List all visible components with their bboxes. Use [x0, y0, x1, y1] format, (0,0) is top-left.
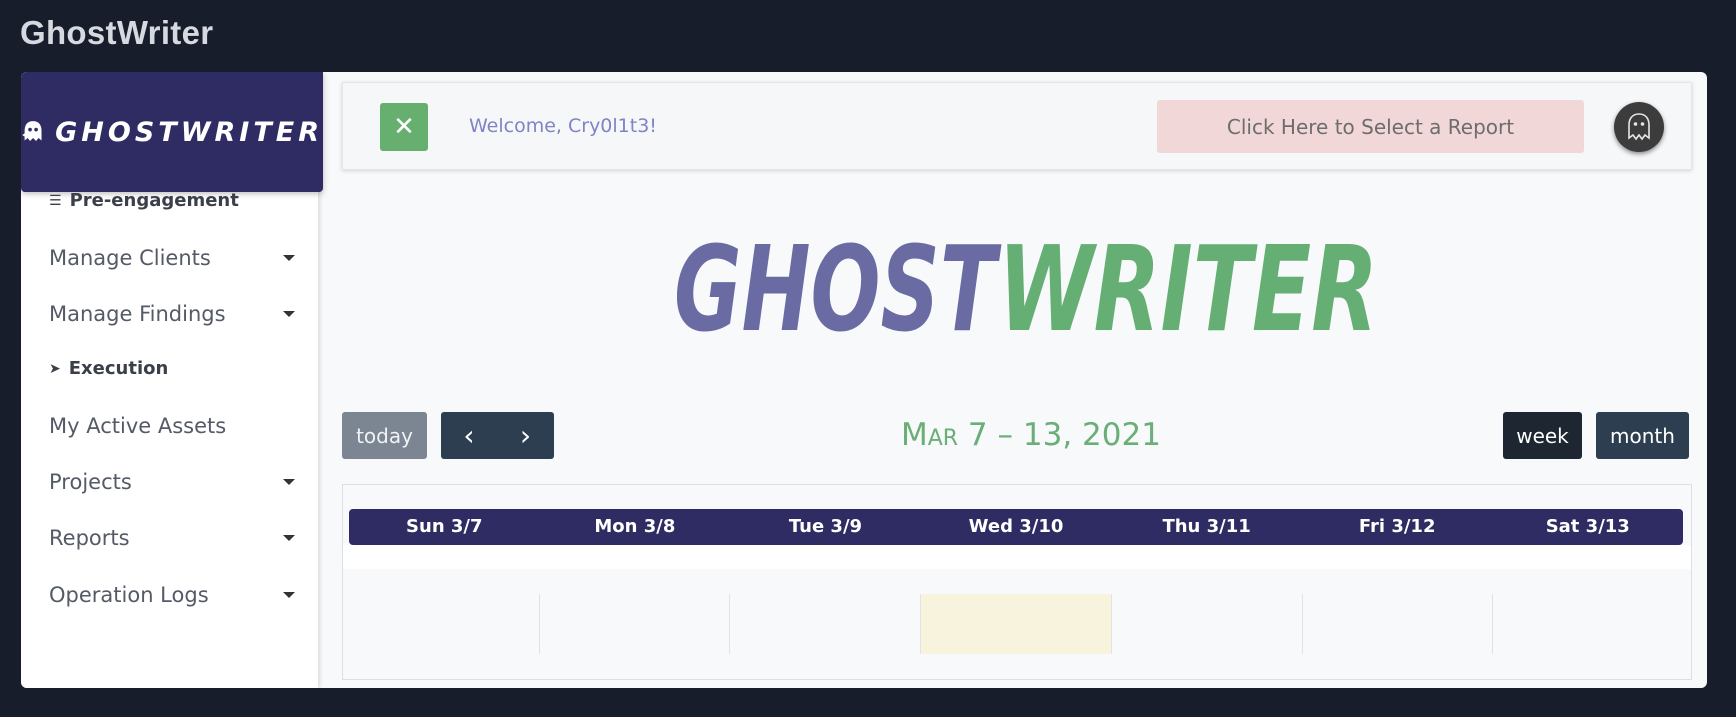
brand-wordmark: GHOSTWRITER	[55, 116, 323, 148]
caret-down-icon	[283, 311, 295, 317]
sidebar-item-my-active-assets[interactable]: My Active Assets	[49, 414, 299, 438]
caret-down-icon	[283, 255, 295, 261]
day-header-thu[interactable]: Thu 3/11	[1111, 509, 1302, 545]
hero-logo-writer: WRITER	[998, 220, 1378, 352]
sidebar-item-operation-logs[interactable]: Operation Logs	[49, 583, 299, 607]
day-cell-sat[interactable]	[1492, 594, 1683, 654]
sidebar-item-label: Manage Findings	[49, 302, 226, 326]
section-heading-label: Pre-engagement	[69, 190, 239, 211]
sidebar-item-label: Manage Clients	[49, 246, 211, 270]
day-cell-mon[interactable]	[538, 594, 730, 654]
sidebar-item-projects[interactable]: Projects	[49, 470, 299, 494]
sidebar-brand[interactable]: GHOSTWRITER	[21, 72, 323, 192]
hero-logo-ghost: GHOST	[674, 220, 1002, 352]
section-heading-pre-engagement: ☰ Pre-engagement	[49, 190, 239, 211]
hero-logo: GHOST WRITER	[674, 220, 1378, 352]
sidebar-item-reports[interactable]: Reports	[49, 526, 299, 550]
select-report-button[interactable]: Click Here to Select a Report	[1157, 100, 1584, 153]
caret-down-icon	[283, 535, 295, 541]
sidebar-item-label: Projects	[49, 470, 132, 494]
day-cell-sun[interactable]	[349, 594, 539, 654]
sidebar-item-label: Reports	[49, 526, 130, 550]
calendar-grid: Sun 3/7 Mon 3/8 Tue 3/9 Wed 3/10 Thu 3/1…	[342, 484, 1692, 680]
sidebar: GHOSTWRITER ☰ Pre-engagement Manage Clie…	[21, 72, 323, 688]
app-frame: GHOSTWRITER ☰ Pre-engagement Manage Clie…	[21, 72, 1707, 688]
day-header-sat[interactable]: Sat 3/13	[1492, 509, 1683, 545]
sidebar-item-label: Operation Logs	[49, 583, 209, 607]
chevron-right-icon: ›	[519, 419, 532, 452]
ghost-avatar-icon	[1628, 113, 1650, 141]
day-cell-wed-today[interactable]	[920, 594, 1111, 654]
sidebar-item-label: My Active Assets	[49, 414, 227, 438]
all-day-row[interactable]	[343, 545, 1691, 569]
day-header-fri[interactable]: Fri 3/12	[1302, 509, 1493, 545]
topbar: ✕ Welcome, Cry0l1t3! Click Here to Selec…	[342, 82, 1692, 170]
day-header-mon[interactable]: Mon 3/8	[540, 509, 731, 545]
list-check-icon: ☰	[49, 192, 62, 209]
calendar-day-header: Sun 3/7 Mon 3/8 Tue 3/9 Wed 3/10 Thu 3/1…	[349, 509, 1683, 545]
running-person-icon: ➤	[49, 360, 61, 377]
dismiss-button[interactable]: ✕	[380, 103, 428, 151]
today-button[interactable]: today	[342, 412, 427, 459]
welcome-message: Welcome, Cry0l1t3!	[469, 115, 657, 137]
week-view-button[interactable]: week	[1503, 412, 1582, 459]
caret-down-icon	[283, 592, 295, 598]
sidebar-item-manage-clients[interactable]: Manage Clients	[49, 246, 299, 270]
section-heading-execution: ➤ Execution	[49, 358, 168, 379]
day-cell-tue[interactable]	[729, 594, 920, 654]
day-cell-thu[interactable]	[1110, 594, 1302, 654]
day-header-tue[interactable]: Tue 3/9	[730, 509, 921, 545]
calendar-body	[349, 594, 1683, 654]
next-week-button[interactable]: ›	[497, 412, 554, 459]
caret-down-icon	[283, 479, 295, 485]
day-header-wed[interactable]: Wed 3/10	[921, 509, 1112, 545]
chevron-left-icon: ‹	[463, 419, 475, 452]
month-view-button[interactable]: month	[1596, 412, 1689, 459]
user-avatar[interactable]	[1614, 102, 1664, 152]
window-title: GhostWriter	[20, 14, 214, 51]
close-x-icon: ✕	[393, 112, 415, 142]
calendar-range-title: Mar 7 – 13, 2021	[901, 417, 1161, 453]
prev-week-button[interactable]: ‹	[441, 412, 497, 459]
section-heading-label: Execution	[68, 358, 169, 379]
sidebar-item-manage-findings[interactable]: Manage Findings	[49, 302, 299, 326]
day-header-sun[interactable]: Sun 3/7	[349, 509, 540, 545]
day-cell-fri[interactable]	[1301, 594, 1493, 654]
ghost-logo-icon	[22, 121, 42, 142]
